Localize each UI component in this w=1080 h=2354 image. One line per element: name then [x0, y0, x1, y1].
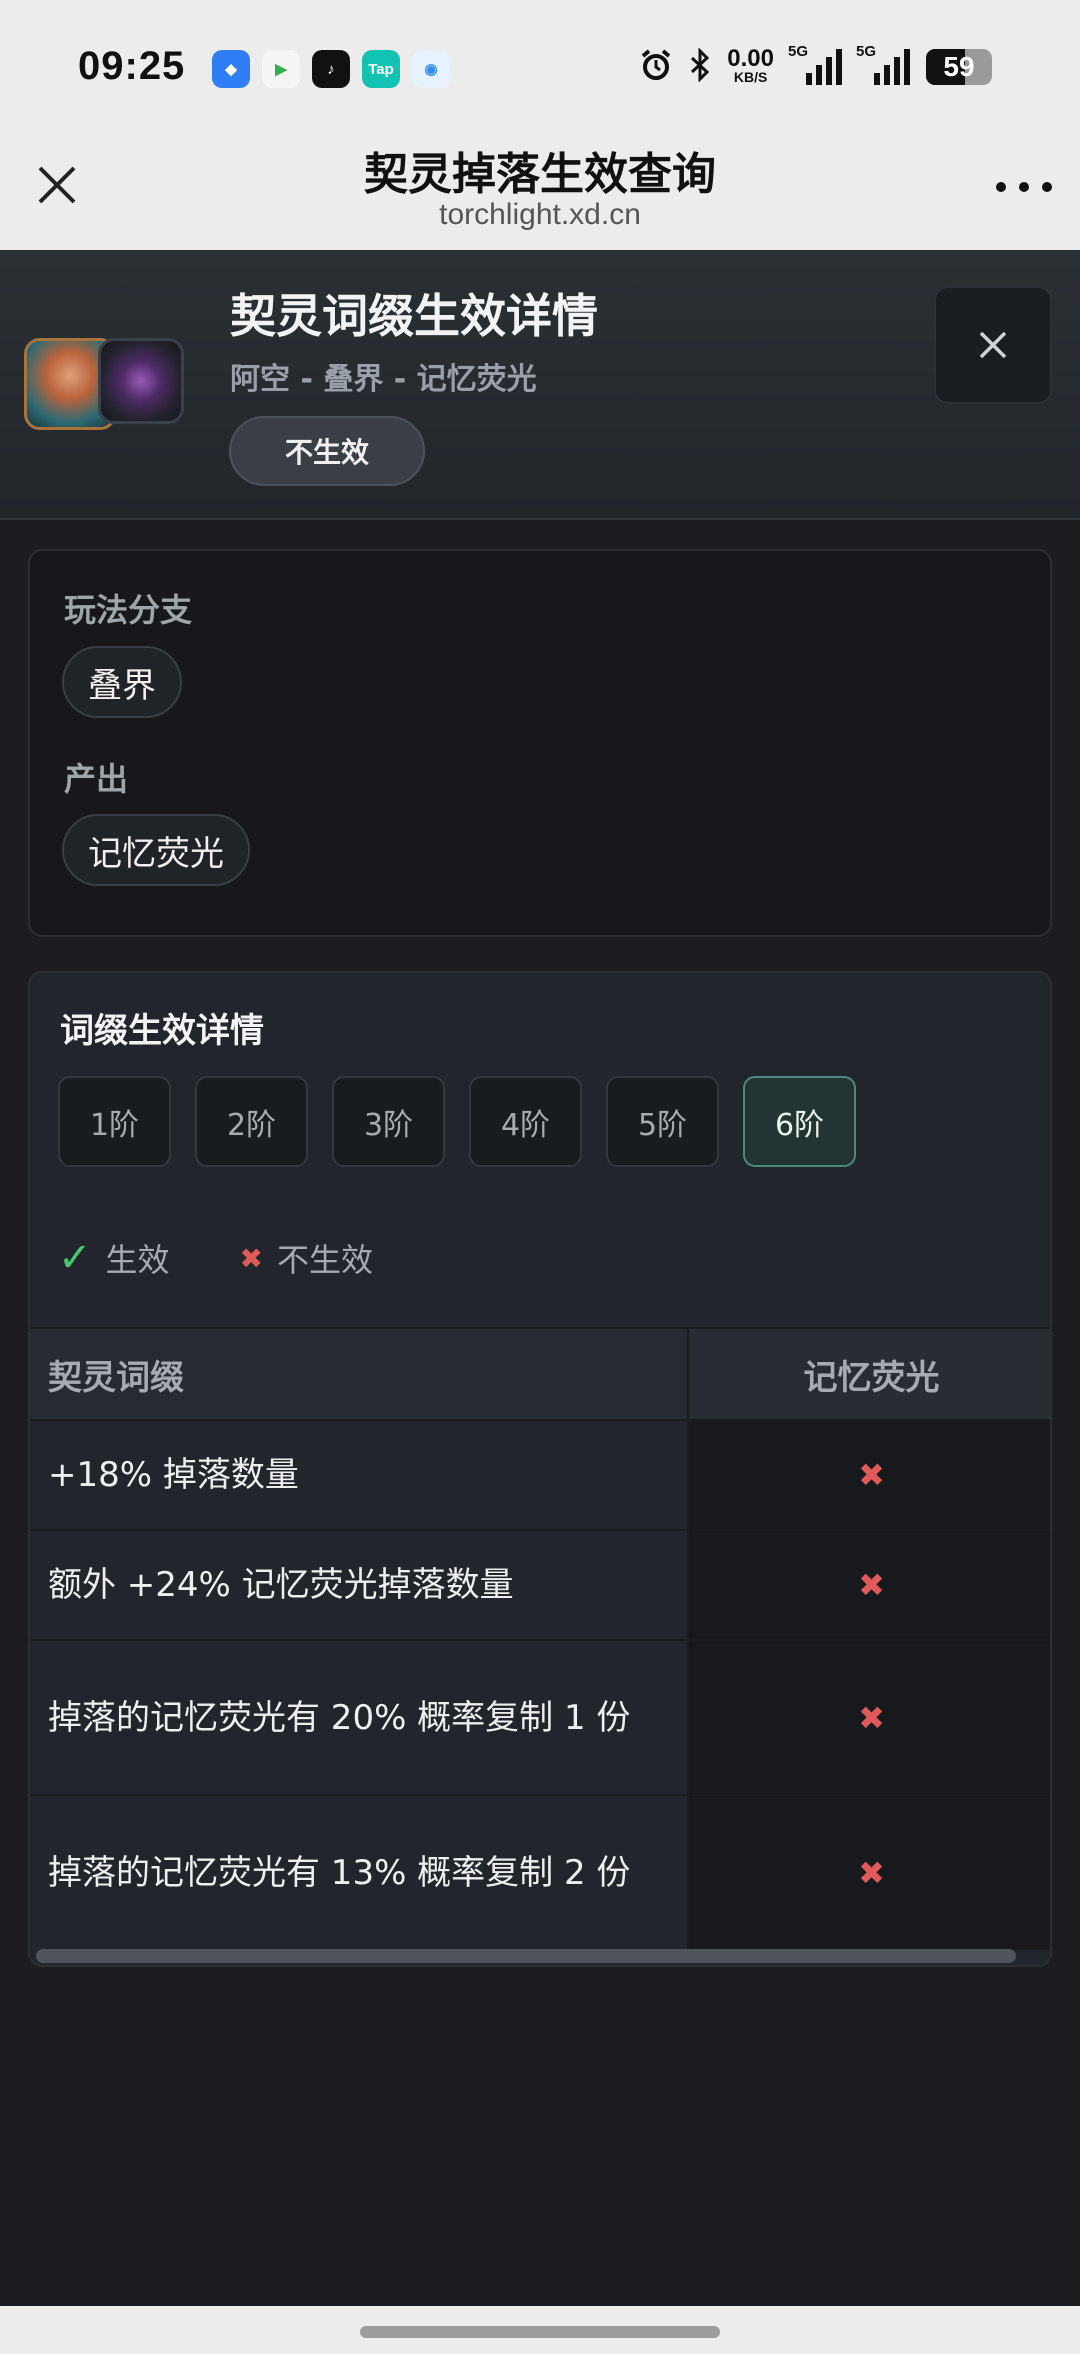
tier-tab-4[interactable]: 4阶	[469, 1076, 582, 1167]
page-url: torchlight.xd.cn	[439, 198, 641, 231]
cross-icon: ✖	[858, 1698, 885, 1737]
page-title: 契灵掉落生效查询	[364, 149, 716, 200]
more-menu-button[interactable]	[996, 180, 1052, 194]
tier-selector: 1阶 2阶 3阶 4阶 5阶 6阶	[58, 1076, 856, 1167]
section-title: 词缀生效详情	[60, 1011, 264, 1051]
output-label: 产出	[64, 760, 129, 798]
status-bar: 09:25 ◆ ▶ ♪ Tap ◉ 0.00 KB/S 5G 5G 59	[0, 0, 1080, 130]
table-row: 掉落的记忆荧光有 20% 概率复制 1 份 ✖	[30, 1639, 1050, 1795]
video-app-icon: ▶	[262, 50, 300, 88]
signal-sim2-icon: 5G	[856, 43, 910, 85]
tier-tab-6[interactable]: 6阶	[743, 1076, 856, 1167]
affix-details-card: 词缀生效详情 1阶 2阶 3阶 4阶 5阶 6阶 ✓ 生效 ✖ 不生效 契灵词缀…	[28, 971, 1052, 1967]
detail-title: 契灵词缀生效详情	[230, 289, 598, 343]
browser-title-bar: 契灵掉落生效查询 torchlight.xd.cn	[0, 130, 1080, 250]
tiktok-app-icon: ♪	[312, 50, 350, 88]
battery-icon: 59	[926, 49, 992, 85]
info-card: 玩法分支 叠界 产出 记忆荧光	[28, 549, 1052, 937]
branch-emblem	[98, 338, 184, 424]
effect-cell: ✖	[688, 1419, 1050, 1530]
affix-cell: 额外 +24% 记忆荧光掉落数量	[30, 1529, 689, 1640]
table-row: 掉落的记忆荧光有 13% 概率复制 2 份 ✖	[30, 1794, 1050, 1950]
clock: 09:25	[78, 44, 186, 88]
signal-sim1-icon: 5G	[788, 43, 842, 85]
affix-cell: 掉落的记忆荧光有 13% 概率复制 2 份	[30, 1794, 689, 1950]
alarm-icon	[639, 48, 673, 86]
tier-tab-3[interactable]: 3阶	[332, 1076, 445, 1167]
close-icon	[979, 331, 1007, 359]
tier-tab-1[interactable]: 1阶	[58, 1076, 171, 1167]
taptap-app-icon: Tap	[362, 50, 400, 88]
affix-table: 契灵词缀 记忆荧光 +18% 掉落数量 ✖ 额外 +24% 记忆荧光掉落数量 ✖…	[30, 1327, 1050, 1950]
legend-inactive-label: 不生效	[277, 1241, 374, 1279]
effect-cell: ✖	[688, 1639, 1050, 1795]
affix-cell: +18% 掉落数量	[30, 1419, 689, 1530]
table-header-row: 契灵词缀 记忆荧光	[30, 1327, 1050, 1420]
more-dots-icon	[996, 182, 1006, 192]
cross-icon: ✖	[239, 1241, 263, 1275]
close-detail-button[interactable]	[934, 286, 1052, 404]
branch-label: 玩法分支	[64, 591, 193, 629]
gesture-bar	[0, 2306, 1080, 2354]
legend-active-label: 生效	[105, 1241, 170, 1279]
branch-chip: 叠界	[62, 646, 182, 718]
check-icon: ✓	[58, 1235, 92, 1281]
network-speed: 0.00 KB/S	[727, 45, 774, 86]
home-handle[interactable]	[360, 2326, 720, 2338]
cross-icon: ✖	[858, 1854, 885, 1892]
detail-subtitle: 阿空 - 叠界 - 记忆荧光	[230, 362, 537, 397]
legend: ✓ 生效 ✖ 不生效	[58, 1235, 373, 1281]
cross-icon: ✖	[858, 1456, 885, 1494]
output-chip: 记忆荧光	[62, 814, 250, 886]
horizontal-scrollbar[interactable]	[36, 1949, 1016, 1963]
blue-bird-app-icon: ◆	[212, 50, 250, 88]
tier-tab-2[interactable]: 2阶	[195, 1076, 308, 1167]
browser-app-icon: ◉	[412, 50, 450, 88]
bluetooth-icon	[689, 47, 711, 86]
table-row: 额外 +24% 记忆荧光掉落数量 ✖	[30, 1529, 1050, 1640]
notification-app-icons: ◆ ▶ ♪ Tap ◉	[212, 50, 450, 88]
effect-cell: ✖	[688, 1529, 1050, 1640]
status-badge: 不生效	[229, 416, 425, 486]
tier-tab-5[interactable]: 5阶	[606, 1076, 719, 1167]
effect-cell: ✖	[688, 1794, 1050, 1950]
table-row: +18% 掉落数量 ✖	[30, 1419, 1050, 1530]
affix-cell: 掉落的记忆荧光有 20% 概率复制 1 份	[30, 1639, 689, 1795]
detail-header: 契灵词缀生效详情 阿空 - 叠界 - 记忆荧光 不生效	[0, 250, 1080, 520]
column-header: 契灵词缀	[30, 1327, 689, 1420]
column-header: 记忆荧光	[688, 1327, 1050, 1420]
cross-icon: ✖	[858, 1566, 885, 1604]
